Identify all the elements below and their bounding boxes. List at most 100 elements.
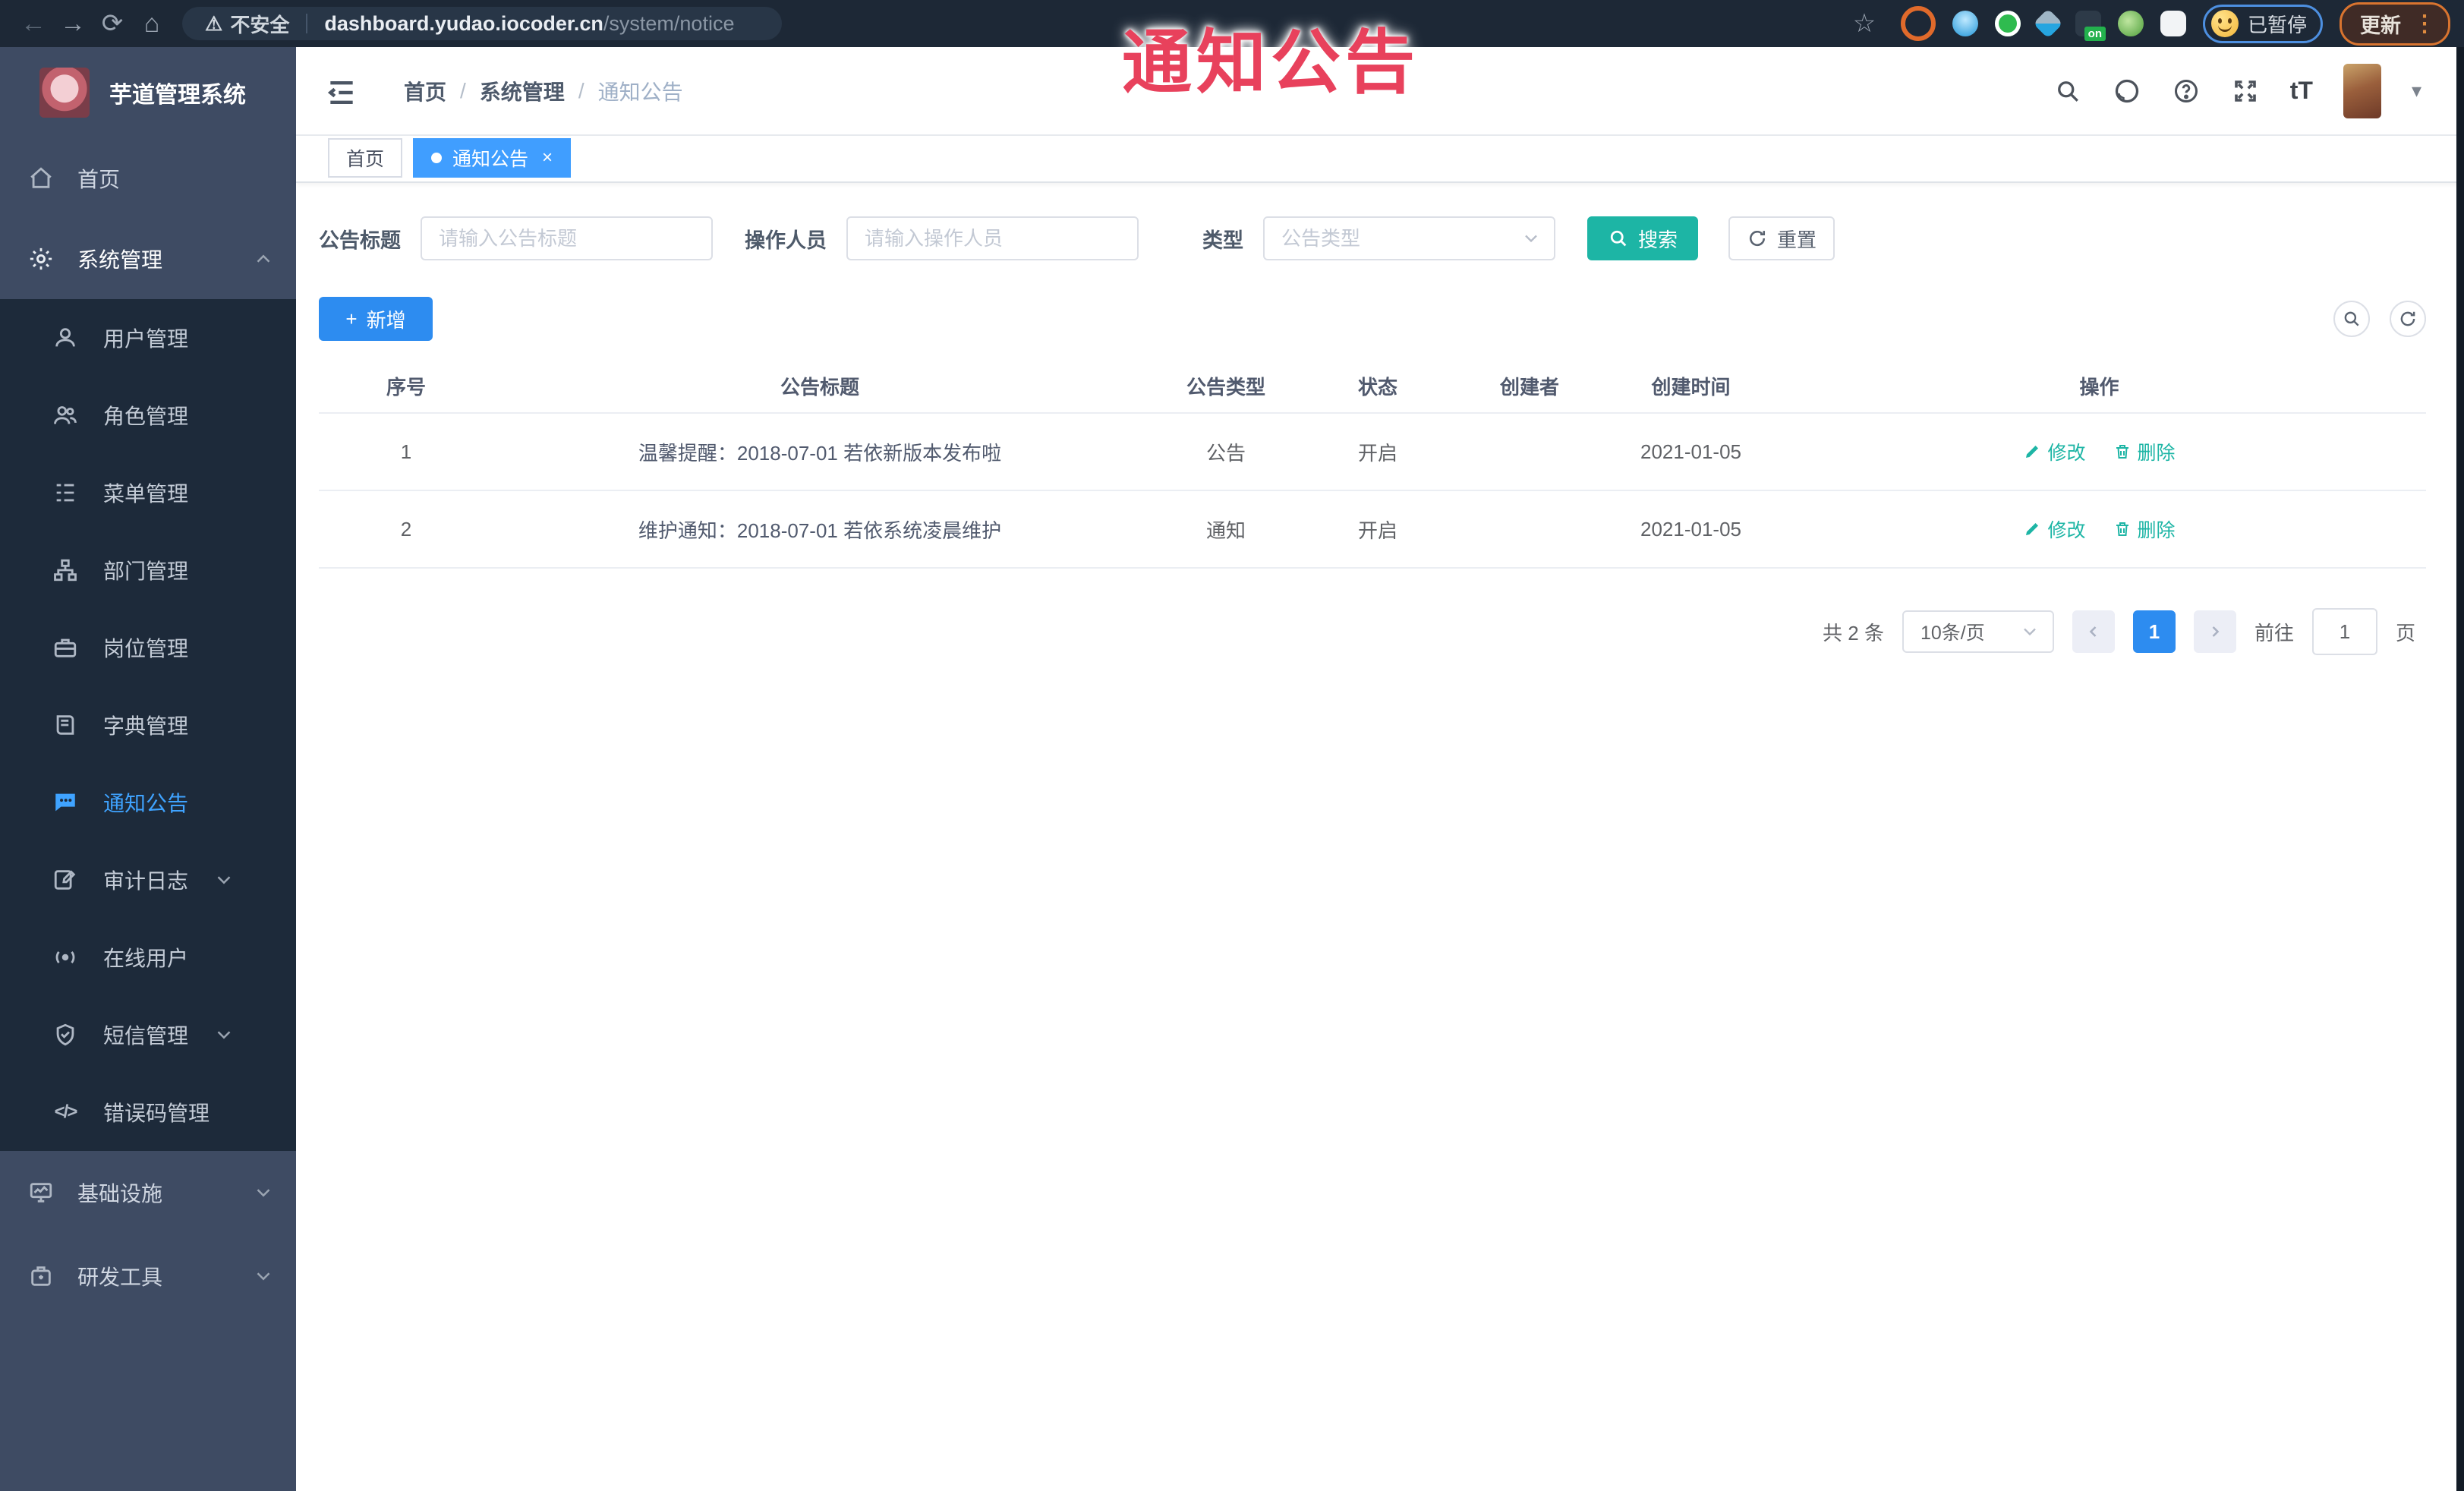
refresh-table-button[interactable]	[2390, 301, 2426, 337]
operator-input[interactable]	[846, 216, 1139, 260]
breadcrumb-home[interactable]: 首页	[404, 76, 446, 106]
table-row: 2 维护通知：2018-07-01 若依系统凌晨维护 通知 开启 2021-01…	[319, 490, 2426, 569]
fullscreen-icon[interactable]	[2231, 77, 2260, 106]
collapse-sidebar-icon[interactable]	[325, 76, 358, 106]
github-icon[interactable]	[2113, 77, 2141, 106]
sidebar-item-online-users[interactable]: 在线用户	[0, 919, 296, 996]
browser-reload-icon[interactable]: ⟳	[93, 8, 132, 39]
cell-type: 公告	[1205, 441, 1246, 465]
sidebar-item-system[interactable]: 系统管理	[0, 219, 296, 299]
edit-link[interactable]: 修改	[2023, 515, 2086, 543]
reset-button[interactable]: 重置	[1728, 216, 1835, 260]
sidebar-item-home[interactable]: 首页	[0, 138, 296, 219]
puzzle-extension-icon[interactable]	[2160, 11, 2186, 36]
sidebar-item-audit-log[interactable]: 审计日志	[0, 841, 296, 919]
sidebar-item-departments[interactable]: 部门管理	[0, 531, 296, 609]
main-content: 公告标题 操作人员 类型 搜索 重置	[296, 183, 2456, 1491]
font-size-icon[interactable]: tT	[2290, 77, 2313, 105]
page-size-select[interactable]	[1902, 610, 2054, 653]
help-icon[interactable]	[2172, 77, 2201, 106]
extension-diamond-icon[interactable]	[2033, 8, 2063, 39]
code-icon: </>	[54, 1102, 78, 1122]
header-search-icon[interactable]	[2053, 77, 2082, 106]
avatar-caret-down-icon[interactable]: ▾	[2412, 79, 2421, 102]
extension-green-icon[interactable]	[1994, 11, 2021, 36]
extension-switch-icon[interactable]: on	[2075, 11, 2106, 41]
sidebar-item-infrastructure[interactable]: 基础设施	[0, 1151, 296, 1234]
sidebar-item-label: 通知公告	[103, 792, 189, 815]
chevron-down-icon	[252, 1181, 275, 1204]
sidebar-item-devtools[interactable]: 研发工具	[0, 1234, 296, 1318]
bookmark-star-icon[interactable]: ☆	[1845, 8, 1884, 39]
tab-home[interactable]: 首页	[328, 138, 403, 178]
close-tab-icon[interactable]: ×	[542, 147, 553, 169]
address-bar[interactable]: ⚠ 不安全 dashboard.yudao.iocoder.cn /system…	[182, 7, 782, 40]
browser-back-icon[interactable]: ←	[14, 9, 53, 39]
sidebar-item-roles[interactable]: 角色管理	[0, 377, 296, 454]
goto-page-input[interactable]	[2311, 608, 2377, 655]
chevron-down-icon	[213, 868, 235, 891]
browser-menu-kebab-icon[interactable]: ⋮	[2413, 11, 2436, 37]
sidebar-item-label: 在线用户	[103, 947, 189, 970]
dashboard-icon	[27, 165, 55, 192]
cell-title: 温馨提醒：2018-07-01 若依新版本发布啦	[638, 441, 1002, 465]
system-submenu: 用户管理 角色管理 菜单管理 部门管理 岗位管理 字典管理 通知公告 审计日志 …	[0, 299, 296, 1151]
extension-drop-icon[interactable]	[1952, 11, 1978, 36]
type-select[interactable]	[1263, 216, 1555, 260]
notice-title-label: 公告标题	[319, 229, 401, 252]
notice-title-input[interactable]	[421, 216, 713, 260]
page-number-1[interactable]: 1	[2132, 610, 2176, 653]
column-header-creator: 创建者	[1499, 375, 1559, 399]
page-size-input[interactable]	[1902, 610, 2054, 653]
type-label: 类型	[1202, 229, 1243, 252]
paused-label: 已暂停	[2247, 13, 2307, 36]
browser-home-icon[interactable]: ⌂	[132, 9, 172, 39]
not-secure-warning-icon: ⚠	[205, 11, 223, 35]
sidebar-item-sms[interactable]: 短信管理	[0, 996, 296, 1073]
message-bubble-icon	[52, 789, 79, 816]
browser-forward-icon[interactable]: →	[53, 9, 93, 39]
add-button[interactable]: + 新增	[319, 297, 433, 341]
type-select-input[interactable]	[1263, 216, 1555, 260]
delete-link[interactable]: 删除	[2113, 438, 2176, 465]
emoji-avatar-icon	[2210, 10, 2239, 37]
sidebar: 芋道管理系统 首页 系统管理 用户管理 角色管理 菜单管理 部门管理 岗位管理 …	[0, 47, 296, 1491]
org-tree-icon	[52, 556, 79, 584]
annotation-overlay-text: 通知公告	[1122, 24, 1420, 102]
table-row: 1 温馨提醒：2018-07-01 若依新版本发布啦 公告 开启 2021-01…	[319, 412, 2426, 490]
sidebar-item-users[interactable]: 用户管理	[0, 299, 296, 377]
extension-orange-icon[interactable]	[1900, 6, 1936, 41]
app-title: 芋道管理系统	[109, 83, 246, 108]
chevron-up-icon	[252, 247, 275, 270]
profile-paused-pill[interactable]: 已暂停	[2202, 4, 2323, 43]
edit-link[interactable]: 修改	[2023, 438, 2086, 465]
sidebar-item-label: 角色管理	[103, 405, 189, 428]
sidebar-item-label: 错误码管理	[103, 1102, 210, 1125]
browser-update-button[interactable]: 更新 ⋮	[2340, 2, 2450, 46]
cell-no: 2	[400, 517, 412, 541]
prev-page-button[interactable]	[2072, 610, 2115, 653]
page-scrollbar[interactable]	[2456, 47, 2464, 1491]
sidebar-item-menus[interactable]: 菜单管理	[0, 454, 296, 531]
sidebar-item-error-codes[interactable]: </> 错误码管理	[0, 1073, 296, 1151]
sidebar-item-label: 部门管理	[103, 560, 189, 583]
chevron-down-icon	[252, 1265, 275, 1288]
dictionary-book-icon	[52, 711, 79, 739]
sidebar-item-dictionary[interactable]: 字典管理	[0, 686, 296, 764]
delete-link[interactable]: 删除	[2113, 515, 2176, 543]
monitor-icon	[27, 1179, 55, 1206]
breadcrumb-section[interactable]: 系统管理	[480, 76, 565, 106]
extension-leaf-icon[interactable]	[2117, 11, 2144, 36]
user-avatar[interactable]	[2343, 63, 2381, 118]
online-broadcast-icon	[52, 944, 79, 971]
sidebar-item-notice[interactable]: 通知公告	[0, 764, 296, 841]
toggle-search-button[interactable]	[2333, 301, 2370, 337]
app-logo[interactable]: 芋道管理系统	[0, 47, 296, 138]
search-button[interactable]: 搜索	[1587, 216, 1698, 260]
tab-notice[interactable]: 通知公告 ×	[413, 138, 572, 178]
sidebar-item-posts[interactable]: 岗位管理	[0, 609, 296, 686]
url-separator	[306, 14, 308, 33]
column-header-no: 序号	[386, 375, 426, 399]
sidebar-item-label: 用户管理	[103, 327, 189, 351]
next-page-button[interactable]	[2193, 610, 2236, 653]
